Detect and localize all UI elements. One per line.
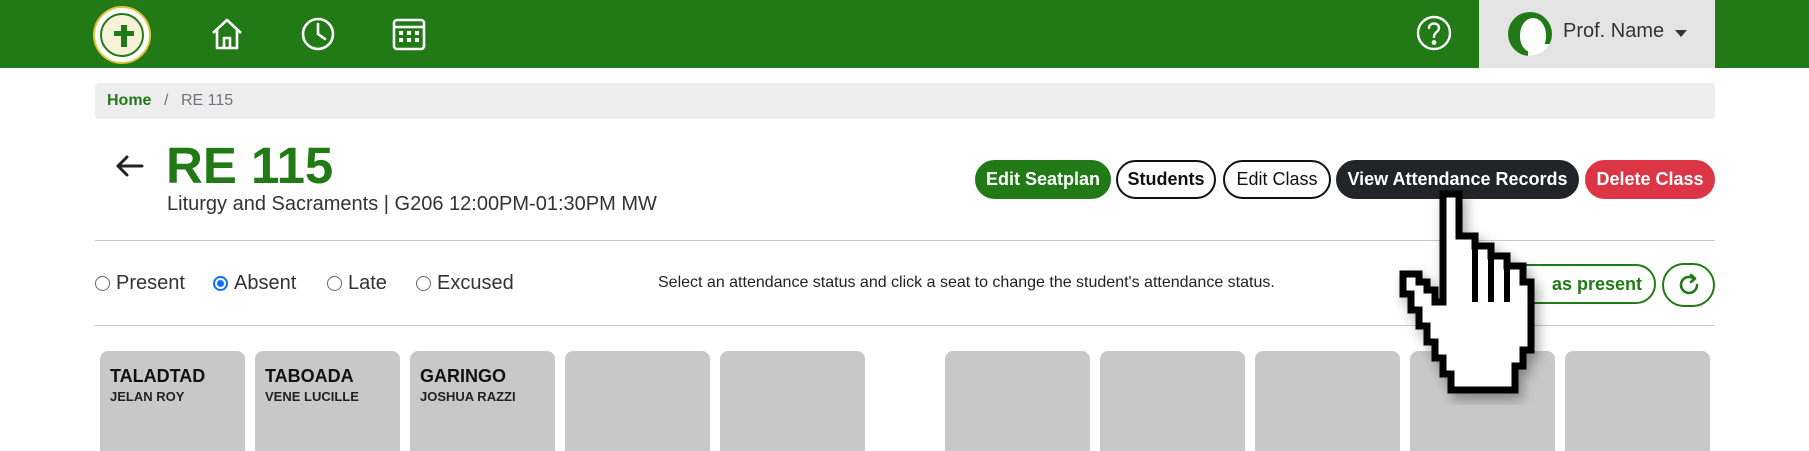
seat-first-name: JOSHUA RAZZI [420,389,516,404]
seat-card[interactable]: GARINGO JOSHUA RAZZI [410,351,555,451]
edit-seatplan-button[interactable]: Edit Seatplan [975,160,1111,199]
radio-absent[interactable]: Absent [213,272,296,295]
radio-circle[interactable] [327,276,342,291]
edit-class-button[interactable]: Edit Class [1223,160,1331,199]
seat-last-name: TALADTAD [110,366,206,386]
seat-first-name: VENE LUCILLE [265,389,359,404]
radio-label: Excused [437,272,514,294]
radio-excused[interactable]: Excused [416,272,514,295]
breadcrumb-home-link[interactable]: Home [107,92,151,110]
delete-class-button[interactable]: Delete Class [1585,160,1715,199]
avatar [1508,12,1552,56]
radio-label: Present [116,272,185,294]
breadcrumb-separator: / [164,92,169,109]
back-arrow-icon[interactable] [112,148,148,184]
profile-name: Prof. Name [1563,20,1665,42]
seat-card-empty[interactable] [1565,351,1710,451]
logo-cross-vertical [121,25,127,47]
breadcrumb-current: RE 115 [181,92,234,109]
chevron-down-icon [1675,30,1687,37]
avatar-neck [1528,44,1552,56]
refresh-icon [1679,273,1698,295]
seat-card-empty[interactable] [1100,351,1245,451]
seat-last-name: GARINGO [420,366,507,386]
page-title: RE 115 [166,137,334,194]
seat-first-name: JELAN ROY [110,389,185,404]
seat-last-name: TABOADA [265,366,354,386]
instruction-text: Select an attendance status and click a … [658,274,1275,291]
refresh-button[interactable] [1662,263,1715,307]
seat-card[interactable]: TABOADA VENE LUCILLE [255,351,400,451]
radio-circle-checked[interactable] [213,276,228,291]
home-icon[interactable] [208,15,246,53]
course-description: Liturgy and Sacraments | G206 12:00PM-01… [167,193,657,215]
seat-card-empty[interactable] [565,351,710,451]
radio-label: Absent [234,272,297,294]
seat-card-empty[interactable] [720,351,865,451]
university-seal-logo[interactable] [93,6,151,64]
profile-dropdown[interactable]: Prof. Name [1479,0,1715,68]
breadcrumb: Home / RE 115 [95,83,1715,119]
students-button[interactable]: Students [1116,160,1216,199]
logo-cross-horizontal [114,31,134,36]
seat-card[interactable]: TALADTAD JELAN ROY [100,351,245,451]
radio-circle[interactable] [416,276,431,291]
radio-circle[interactable] [95,276,110,291]
hand-pointer-cursor-icon [1395,190,1570,405]
clock-icon[interactable] [299,15,337,53]
radio-present[interactable]: Present [95,272,185,295]
radio-label: Late [348,272,387,294]
radio-late[interactable]: Late [327,272,387,295]
help-icon[interactable] [1415,14,1453,52]
logo-inner-ring [100,13,144,57]
seat-card-empty[interactable] [945,351,1090,451]
seat-card-empty[interactable] [1255,351,1400,451]
calendar-icon[interactable] [390,15,428,53]
top-navbar: Prof. Name [0,0,1809,68]
